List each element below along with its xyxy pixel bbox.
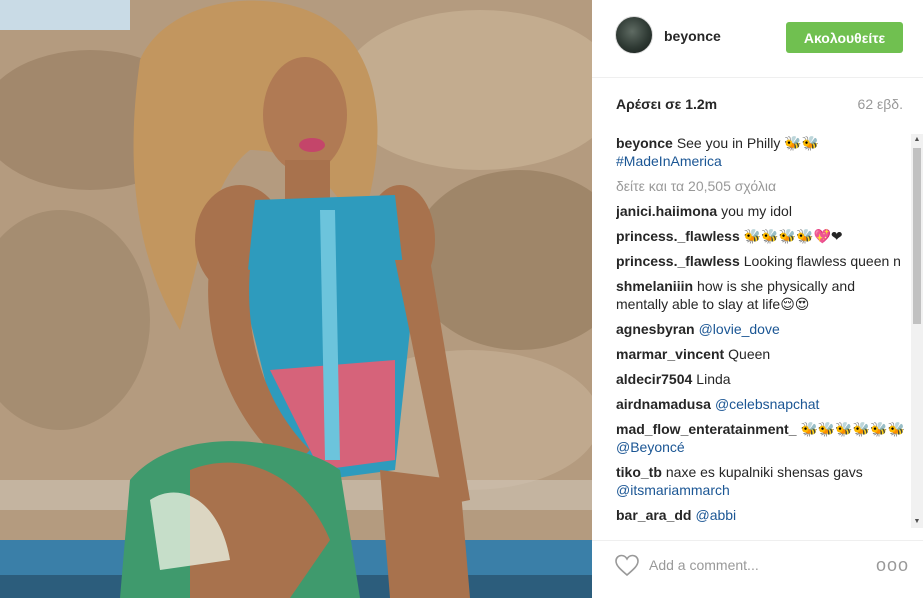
comment-text: Looking flawless queen n bbox=[743, 253, 901, 269]
comment-item: airdnamadusa @celebsnapchat bbox=[616, 395, 908, 413]
caption-username[interactable]: beyonce bbox=[616, 135, 673, 151]
comment-mention[interactable]: @celebsnapchat bbox=[715, 396, 820, 412]
comment-item: janici.haiimona you my idol bbox=[616, 202, 908, 220]
comment-mention[interactable]: @abbi bbox=[695, 507, 736, 523]
comment-item: mad_flow_enteratainment_ 🐝🐝🐝🐝🐝🐝 @Beyoncé bbox=[616, 420, 908, 456]
comment-username[interactable]: tiko_tb bbox=[616, 464, 662, 480]
follow-button[interactable]: Ακολουθείτε bbox=[786, 22, 903, 53]
comments-list[interactable]: beyonce See you in Philly 🐝🐝 #MadeInAmeri… bbox=[616, 134, 908, 528]
comments-scrollbar[interactable]: ▲ ▼ bbox=[911, 134, 923, 528]
comment-item: marmar_vincent Queen bbox=[616, 345, 908, 363]
comment-item: princess._flawless Looking flawless queen… bbox=[616, 252, 908, 270]
caption: beyonce See you in Philly 🐝🐝 #MadeInAmeri… bbox=[616, 134, 908, 170]
comment-item: bar_ara_dd @abbi bbox=[616, 506, 908, 524]
comment-text: 🐝🐝🐝🐝💖❤ bbox=[743, 228, 843, 244]
comment-username[interactable]: airdnamadusa bbox=[616, 396, 711, 412]
comment-mention[interactable]: @Beyoncé bbox=[616, 439, 685, 455]
heart-icon[interactable] bbox=[614, 553, 640, 577]
scroll-down-arrow-icon[interactable]: ▼ bbox=[911, 516, 923, 528]
comment-text: you my idol bbox=[721, 203, 792, 219]
comment-item: aldecir7504 Linda bbox=[616, 370, 908, 388]
post-details-panel: beyonce Ακολουθείτε Αρέσει σε 1.2m 62 εβ… bbox=[592, 0, 923, 598]
comment-text: Linda bbox=[696, 371, 731, 387]
comment-username[interactable]: agnesbyran bbox=[616, 321, 695, 337]
add-comment-input[interactable] bbox=[649, 553, 869, 577]
comment-item: agnesbyran @lovie_dove bbox=[616, 320, 908, 338]
post-stats: Αρέσει σε 1.2m 62 εβδ. bbox=[616, 96, 903, 116]
comment-item: shmelaniiin how is she physically and men… bbox=[616, 277, 908, 313]
comment-username[interactable]: mad_flow_enteratainment_ bbox=[616, 421, 797, 437]
comment-username[interactable]: shmelaniiin bbox=[616, 278, 693, 294]
post-header: beyonce Ακολουθείτε bbox=[592, 0, 923, 78]
post-age[interactable]: 62 εβδ. bbox=[858, 96, 903, 112]
comment-bar: ooo bbox=[592, 540, 923, 598]
comment-item: tiko_tb naxe es kupalniki shensas gavs @i… bbox=[616, 463, 908, 499]
photo-illustration bbox=[0, 0, 592, 598]
comment-username[interactable]: janici.haiimona bbox=[616, 203, 717, 219]
caption-text: See you in Philly 🐝🐝 bbox=[676, 135, 820, 151]
comment-text: naxe es kupalniki shensas gavs bbox=[665, 464, 863, 480]
comment-username[interactable]: princess._flawless bbox=[616, 228, 740, 244]
comment-username[interactable]: aldecir7504 bbox=[616, 371, 692, 387]
scroll-up-arrow-icon[interactable]: ▲ bbox=[911, 134, 923, 146]
comment-mention[interactable]: @itsmariammarch bbox=[616, 482, 730, 498]
avatar[interactable] bbox=[615, 16, 653, 54]
caption-hashtag[interactable]: #MadeInAmerica bbox=[616, 153, 722, 169]
comment-item: princess._flawless 🐝🐝🐝🐝💖❤ bbox=[616, 227, 908, 245]
username-link[interactable]: beyonce bbox=[664, 28, 721, 44]
post-photo[interactable] bbox=[0, 0, 592, 598]
comment-text: 🐝🐝🐝🐝🐝🐝 bbox=[800, 421, 906, 437]
comment-username[interactable]: marmar_vincent bbox=[616, 346, 724, 362]
comment-mention[interactable]: @lovie_dove bbox=[699, 321, 780, 337]
more-options-icon[interactable]: ooo bbox=[876, 553, 908, 577]
comment-text: Queen bbox=[728, 346, 771, 362]
likes-count[interactable]: Αρέσει σε 1.2m bbox=[616, 96, 717, 112]
comment-username[interactable]: bar_ara_dd bbox=[616, 507, 691, 523]
comment-username[interactable]: princess._flawless bbox=[616, 253, 740, 269]
load-more-comments[interactable]: δείτε και τα 20,505 σχόλια bbox=[616, 177, 908, 195]
scroll-thumb[interactable] bbox=[913, 148, 921, 324]
